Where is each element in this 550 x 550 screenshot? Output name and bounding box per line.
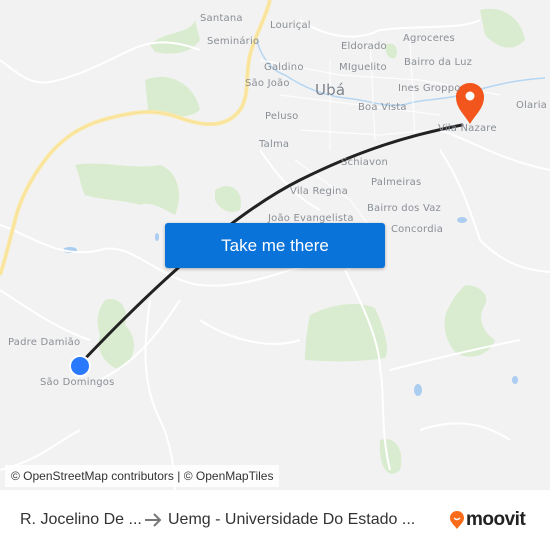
moovit-wordmark: moovit — [466, 509, 526, 530]
place-label-city: Ubá — [315, 81, 346, 99]
place-label: São Domingos — [40, 377, 115, 388]
origin-dot-icon — [71, 357, 89, 375]
take-me-there-button[interactable]: Take me there — [165, 223, 385, 268]
moovit-pin-icon — [450, 511, 464, 529]
place-label: Vila Nazare — [438, 123, 497, 134]
place-label: São João — [245, 78, 290, 89]
map-pin-hole — [465, 91, 475, 101]
map-attribution[interactable]: © OpenStreetMap contributors | © OpenMap… — [5, 465, 280, 487]
place-label: MIguelito — [339, 62, 387, 73]
origin-marker[interactable] — [69, 355, 91, 377]
place-label: Talma — [259, 139, 290, 150]
place-label: Galdino — [264, 62, 304, 73]
place-label: Eldorado — [341, 41, 387, 52]
destination-name: Uemg - Universidade Do Estado ... — [168, 511, 416, 528]
place-label: Peluso — [265, 111, 299, 122]
place-label: Boa Vista — [358, 102, 407, 113]
place-label: Palmeiras — [371, 177, 422, 188]
place-label: Padre Damião — [8, 337, 81, 348]
place-label: Santana — [200, 13, 243, 24]
place-label: Seminário — [207, 36, 260, 47]
arrow-right-icon — [145, 513, 162, 527]
attribution-text: © OpenStreetMap contributors | © OpenMap… — [11, 469, 274, 483]
footer-bar: R. Jocelino De ... Uemg - Universidade D… — [0, 490, 550, 550]
moovit-logo[interactable]: moovit — [450, 509, 526, 531]
place-label: Vila Regina — [290, 186, 348, 197]
place-label: Bairro dos Vaz — [367, 203, 441, 214]
map-view[interactable]: Santana Louriçal Seminário Agroceres Eld… — [0, 0, 550, 490]
place-label: Olaria — [516, 100, 547, 111]
place-label: Schiavon — [341, 157, 389, 168]
place-label: Agroceres — [403, 33, 455, 44]
origin-stop-name: R. Jocelino De ... — [20, 511, 142, 528]
place-label: Ines Groppo — [398, 83, 461, 94]
place-label: Louriçal — [270, 20, 311, 31]
place-label: Concordia — [391, 224, 444, 235]
place-label: Bairro da Luz — [404, 57, 473, 68]
